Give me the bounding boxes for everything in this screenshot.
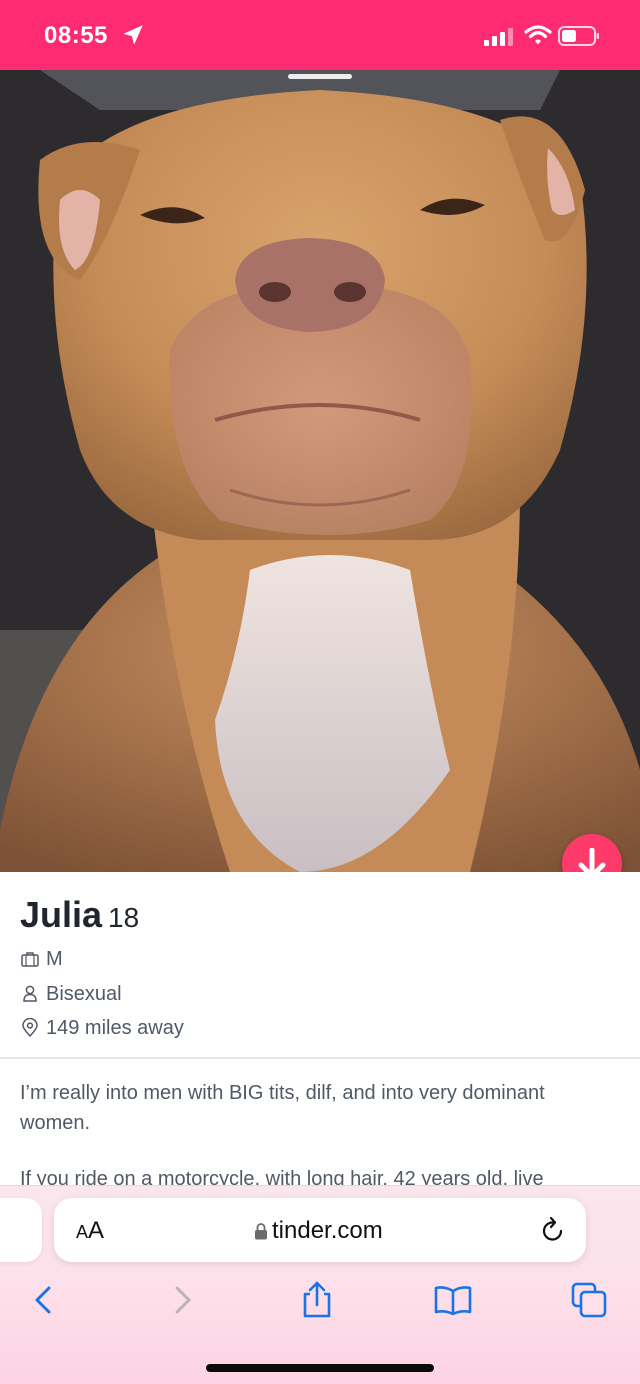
- photo-drag-handle[interactable]: [288, 74, 352, 79]
- detail-orientation-text: Bisexual: [46, 982, 122, 1005]
- detail-orientation: Bisexual: [20, 980, 122, 1008]
- tinder-profile-screen: 08:55 Julia 18 M Bisexual 149 miles away…: [0, 0, 640, 1384]
- briefcase-icon: [21, 952, 39, 967]
- section-divider: [0, 1057, 640, 1059]
- url-text: tinder.com: [272, 1217, 383, 1244]
- detail-job-text: M: [46, 947, 63, 970]
- forward-chevron-icon[interactable]: [162, 1280, 202, 1320]
- person-icon: [23, 985, 37, 1002]
- status-bar: 08:55: [0, 0, 640, 70]
- map-pin-icon: [22, 1018, 38, 1038]
- bookmarks-icon[interactable]: [433, 1280, 473, 1320]
- profile-name: Julia: [20, 894, 103, 935]
- lock-icon: [255, 1223, 267, 1240]
- detail-job: M: [20, 945, 63, 973]
- previous-tab-pill[interactable]: [0, 1198, 42, 1262]
- tabs-icon[interactable]: [569, 1280, 609, 1320]
- location-arrow-icon: [123, 25, 143, 45]
- share-icon[interactable]: [297, 1280, 337, 1320]
- reader-settings-button[interactable]: AA: [76, 1216, 110, 1246]
- status-time: 08:55: [44, 22, 108, 49]
- cellular-signal-icon: [484, 28, 513, 46]
- detail-distance-text: 149 miles away: [46, 1016, 184, 1039]
- reader-label-big: A: [88, 1217, 105, 1244]
- profile-age: 18: [108, 902, 140, 933]
- wifi-icon: [524, 25, 552, 45]
- bio-paragraph-1: I’m really into men with BIG tits, dilf,…: [20, 1082, 545, 1134]
- profile-photo[interactable]: [0, 70, 640, 872]
- reload-icon[interactable]: [540, 1216, 566, 1244]
- home-indicator[interactable]: [206, 1364, 434, 1372]
- name-age-row: Julia 18: [20, 894, 139, 936]
- bio-paragraph-2: If you ride on a motorcycle, with long h…: [20, 1168, 544, 1186]
- detail-distance: 149 miles away: [20, 1014, 184, 1042]
- battery-icon: [558, 26, 599, 46]
- back-chevron-icon[interactable]: [24, 1280, 64, 1320]
- dog-photo-illustration: [0, 70, 640, 872]
- url-display[interactable]: tinder.com: [254, 1216, 383, 1246]
- reader-label-small: A: [76, 1222, 89, 1242]
